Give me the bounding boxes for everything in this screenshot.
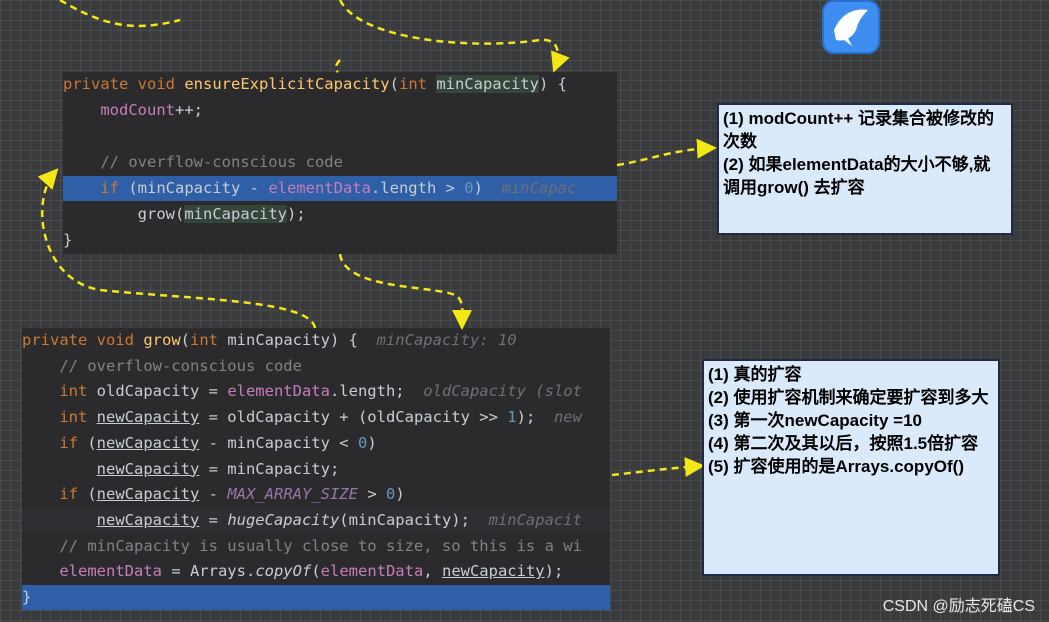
arrow-loop-back <box>37 168 317 329</box>
note-bottom-line-1: (1) 真的扩容 <box>708 365 802 384</box>
arrow-to-grow <box>338 253 473 330</box>
note-ensure-capacity: (1) modCount++ 记录集合被修改的次数 (2) 如果elementD… <box>717 103 1013 235</box>
note-grow: (1) 真的扩容 (2) 使用扩容机制来确定要扩容到多大 (3) 第一次newC… <box>702 359 1000 576</box>
note-bottom-line-2: (2) 使用扩容机制来确定要扩容到多大 <box>708 388 989 407</box>
note-top-line-2: (2) 如果elementData的大小不够,就调用grow() 去扩容 <box>723 155 991 197</box>
arrow-to-note-top <box>616 138 717 167</box>
arrow-to-note-bottom <box>611 457 705 477</box>
watermark: CSDN @励志死磕CS <box>882 598 1035 615</box>
arrow-stub <box>334 59 341 74</box>
arrow-top-left <box>59 0 181 28</box>
note-top-line-1: (1) modCount++ 记录集合被修改的次数 <box>723 109 995 151</box>
note-bottom-line-3: (3) 第一次newCapacity =10 <box>708 411 922 430</box>
arrow-top-to-ensure <box>338 0 570 73</box>
note-bottom-line-4: (4) 第二次及其以后，按照1.5倍扩容 <box>708 434 979 453</box>
note-bottom-line-5: (5) 扩容使用的是Arrays.copyOf() <box>708 457 964 476</box>
